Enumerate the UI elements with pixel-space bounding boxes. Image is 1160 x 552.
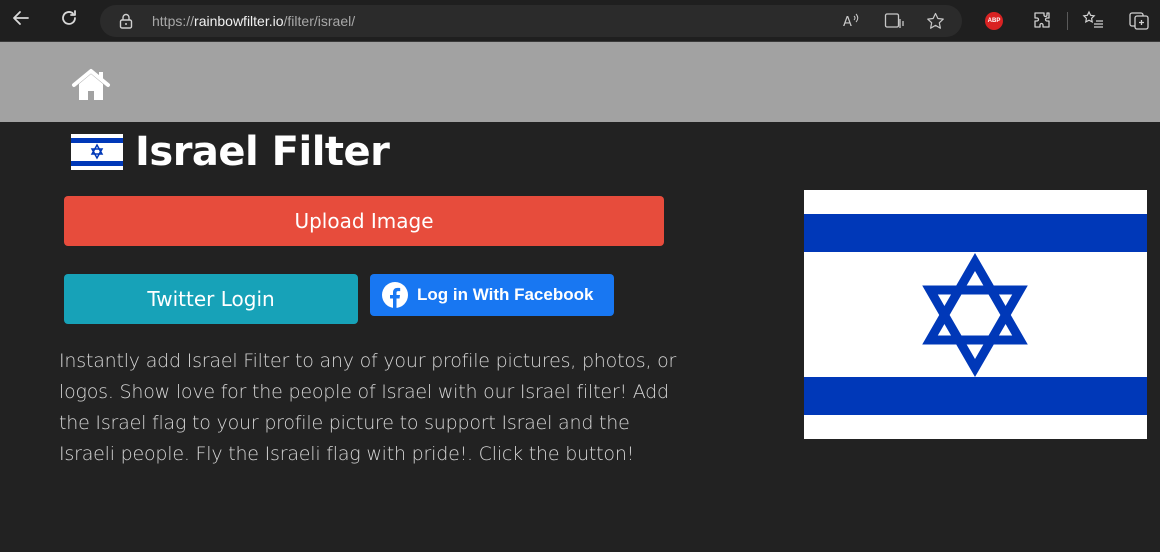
facebook-icon xyxy=(382,282,408,308)
israel-flag-image xyxy=(804,190,1147,439)
site-header xyxy=(0,42,1160,122)
address-bar[interactable]: https://rainbowfilter.io/filter/israel/ … xyxy=(100,5,962,37)
home-icon[interactable] xyxy=(71,68,111,106)
url-domain: rainbowfilter.io xyxy=(194,13,284,29)
collections-icon[interactable] xyxy=(1128,10,1150,36)
lock-icon[interactable] xyxy=(119,13,133,33)
url-text: https://rainbowfilter.io/filter/israel/ xyxy=(152,13,355,29)
browser-toolbar: https://rainbowfilter.io/filter/israel/ … xyxy=(0,0,1160,42)
adblock-icon[interactable]: ABP xyxy=(985,12,1003,30)
svg-text:A: A xyxy=(843,15,852,30)
facebook-login-button[interactable]: Log in With Facebook xyxy=(370,274,614,316)
twitter-login-button[interactable]: Twitter Login xyxy=(64,274,358,324)
toolbar-divider xyxy=(1067,12,1068,30)
israel-flag-icon xyxy=(71,134,123,170)
star-icon[interactable] xyxy=(926,12,945,34)
upload-image-button[interactable]: Upload Image xyxy=(64,196,664,246)
title-row: Israel Filter xyxy=(71,129,390,175)
back-arrow-icon[interactable] xyxy=(8,8,34,34)
favorites-list-icon[interactable] xyxy=(1082,10,1104,36)
page-title: Israel Filter xyxy=(135,129,390,175)
immersive-reader-icon[interactable] xyxy=(884,12,904,34)
read-aloud-icon[interactable]: A xyxy=(842,12,860,34)
refresh-icon[interactable] xyxy=(56,8,82,34)
url-protocol: https:// xyxy=(152,13,195,29)
url-path: /filter/israel/ xyxy=(283,13,356,29)
extensions-icon[interactable] xyxy=(1032,10,1052,36)
filter-description: Instantly add Israel Filter to any of yo… xyxy=(59,350,677,465)
facebook-login-label: Log in With Facebook xyxy=(417,285,594,304)
